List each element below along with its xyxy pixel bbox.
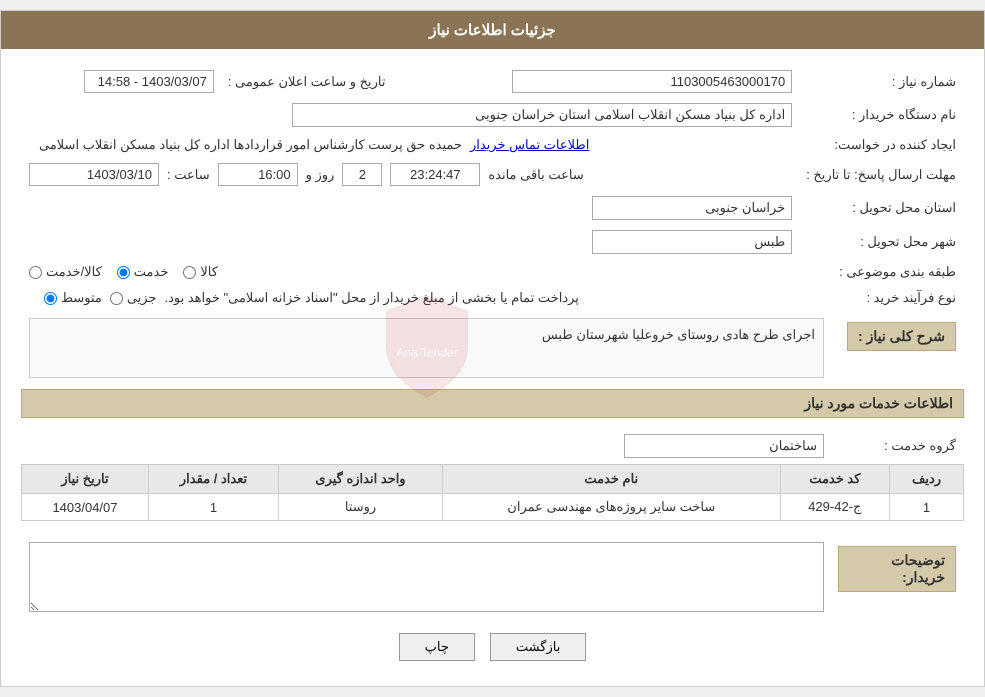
deadline-date-box: 1403/03/10 — [29, 163, 159, 186]
announce-date-label: تاریخ و ساعت اعلان عمومی : — [222, 66, 392, 97]
buyer-desc-label: توضیحات خریدار: — [838, 546, 956, 592]
deadline-remaining-box: 23:24:47 — [390, 163, 480, 186]
cell-name: ساخت سایر پروژه‌های مهندسی عمران — [442, 494, 780, 521]
cell-date: 1403/04/07 — [22, 494, 149, 521]
category-kala-khadamat[interactable]: کالا/خدمت — [29, 264, 102, 280]
purchase-type-note: پرداخت تمام یا بخشی از مبلغ خریدار از مح… — [165, 290, 579, 306]
cell-row: 1 — [890, 494, 964, 521]
deadline-time-label: ساعت : — [167, 167, 210, 183]
cell-count: 1 — [148, 494, 278, 521]
need-number-box: 1103005463000170 — [512, 70, 792, 93]
svg-text:Ana Tender: Ana Tender — [396, 346, 457, 360]
deadline-remaining-label: ساعت باقی مانده — [488, 167, 583, 183]
cell-unit: روستا — [279, 494, 443, 521]
service-group-label: گروه خدمت : — [832, 430, 962, 462]
col-name: نام خدمت — [442, 465, 780, 494]
purchase-type-jozi[interactable]: جزیی — [110, 290, 157, 306]
buyer-org-label: نام دستگاه خریدار : — [800, 99, 962, 131]
deadline-days-box: 2 — [342, 163, 382, 186]
buttons-row: بازگشت چاپ — [21, 633, 964, 661]
print-button[interactable]: چاپ — [399, 633, 475, 661]
service-group-value: ساختمان — [23, 430, 830, 462]
page-title: جزئیات اطلاعات نیاز — [429, 22, 556, 39]
col-date: تاریخ نیاز — [22, 465, 149, 494]
buyer-desc-textarea[interactable] — [29, 542, 824, 612]
deadline-time-box: 16:00 — [218, 163, 298, 186]
category-label: طبقه بندی موضوعی : — [800, 260, 962, 284]
creator-label: ایجاد کننده در خواست: — [800, 133, 962, 157]
category-khadamat[interactable]: خدمت — [117, 264, 169, 280]
table-row: 1 ج-42-429 ساخت سایر پروژه‌های مهندسی عم… — [22, 494, 964, 521]
category-kala[interactable]: کالا — [183, 264, 218, 280]
buyer-org-box: اداره کل بنیاد مسکن انقلاب اسلامی استان … — [292, 103, 792, 127]
need-number-value: 1103005463000170 — [393, 66, 798, 97]
cell-code: ج-42-429 — [780, 494, 889, 521]
city-value: طبس — [23, 226, 798, 258]
col-code: کد خدمت — [780, 465, 889, 494]
need-number-label: شماره نیاز : — [800, 66, 962, 97]
deadline-row: 1403/03/10 ساعت : 16:00 روز و 2 23 — [23, 159, 798, 190]
back-button[interactable]: بازگشت — [490, 633, 586, 661]
need-description-label: شرح کلی نیاز : — [847, 322, 956, 351]
services-section-header: اطلاعات خدمات مورد نیاز — [21, 389, 964, 418]
page-header: جزئیات اطلاعات نیاز — [1, 11, 984, 49]
col-row: ردیف — [890, 465, 964, 494]
city-label: شهر محل تحویل : — [800, 226, 962, 258]
city-box: طبس — [592, 230, 792, 254]
need-description-box: Ana Tender اجرای طرح هادی روستای خروعلیا… — [29, 318, 824, 378]
description-section: شرح کلی نیاز : Ana Tender اجرای طرح — [21, 312, 964, 389]
service-group-box: ساختمان — [624, 434, 824, 458]
announce-date-value: 1403/03/07 - 14:58 — [23, 66, 220, 97]
need-description-value: Ana Tender اجرای طرح هادی روستای خروعلیا… — [23, 314, 830, 387]
deadline-days-label: روز و — [306, 167, 335, 183]
purchase-type-motavaset[interactable]: متوسط — [44, 290, 102, 306]
creator-value: حمیده حق پرست کارشناس امور قراردادها ادا… — [23, 133, 798, 157]
col-count: تعداد / مقدار — [148, 465, 278, 494]
buyer-desc-value[interactable] — [23, 538, 830, 616]
purchase-type-label: نوع فرآیند خرید : — [800, 286, 962, 310]
buyer-desc-section: توضیحات خریدار: — [21, 536, 964, 618]
contact-link[interactable]: اطلاعات تماس خریدار — [470, 137, 589, 153]
province-box: خراسان جنوبی — [592, 196, 792, 220]
category-row: کالا/خدمت خدمت کالا — [23, 260, 798, 284]
province-label: استان محل تحویل : — [800, 192, 962, 224]
purchase-type-row: متوسط جزیی پرداخت تمام یا بخشی از مبلغ خ… — [23, 286, 798, 310]
province-value: خراسان جنوبی — [23, 192, 798, 224]
announce-date-box: 1403/03/07 - 14:58 — [84, 70, 214, 93]
buyer-org-value: اداره کل بنیاد مسکن انقلاب اسلامی استان … — [23, 99, 798, 131]
info-section: شماره نیاز : 1103005463000170 تاریخ و سا… — [21, 64, 964, 312]
service-table: ردیف کد خدمت نام خدمت واحد اندازه گیری ت… — [21, 464, 964, 521]
deadline-label: مهلت ارسال پاسخ: تا تاریخ : — [800, 159, 962, 190]
col-unit: واحد اندازه گیری — [279, 465, 443, 494]
service-group-section: گروه خدمت : ساختمان — [21, 428, 964, 464]
